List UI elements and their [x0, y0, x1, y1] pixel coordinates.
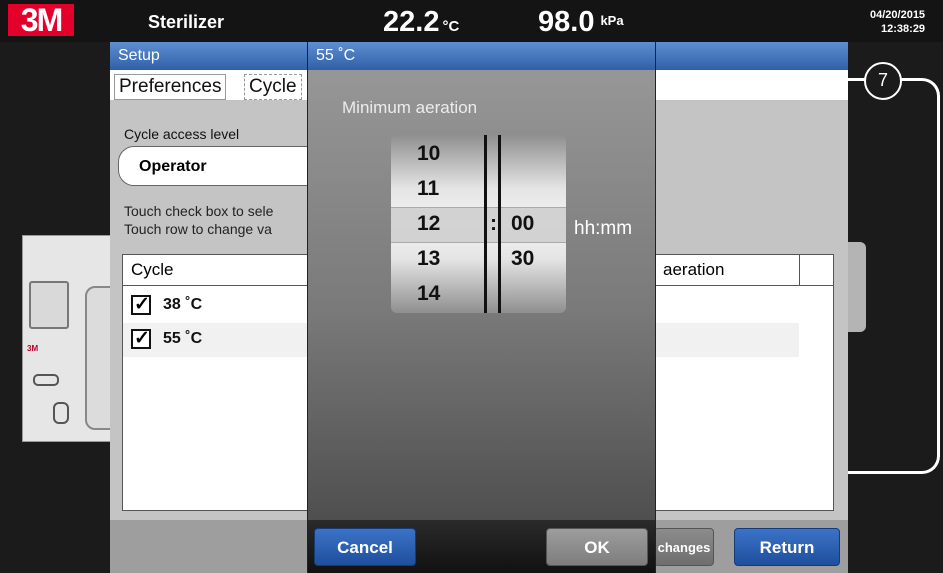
tab-preferences[interactable]: Preferences [114, 74, 227, 100]
save-changes-button[interactable]: changes [654, 528, 714, 566]
pressure-readout: 98.0 kPa [538, 6, 624, 39]
device-handle [53, 402, 69, 424]
minute-option[interactable]: 30 [511, 247, 551, 271]
checkmark-icon: ✓ [134, 294, 150, 315]
picker-divider [484, 135, 487, 313]
hour-option-selected[interactable]: 12 [417, 212, 457, 236]
hour-option[interactable]: 13 [417, 247, 457, 271]
picker-divider [498, 135, 501, 313]
date-time: 04/20/2015 12:38:29 [870, 8, 925, 36]
brand-logo: 3M [8, 4, 74, 36]
ok-button[interactable]: OK [546, 528, 648, 566]
temperature-readout: 22.2 °C [383, 6, 459, 39]
dialog-title: 55 ˚C [316, 47, 356, 64]
column-header-aeration: aeration [663, 260, 725, 279]
row-checkbox[interactable]: ✓ [131, 294, 151, 315]
column-divider [799, 255, 800, 285]
date-text: 04/20/2015 [870, 9, 926, 21]
pressure-value: 98.0 [538, 6, 595, 38]
access-level-label: Cycle access level [124, 126, 240, 142]
top-status-bar: 3M Sterilizer 22.2 °C 98.0 kPa 04/20/2015 … [0, 0, 943, 42]
minute-option-selected[interactable]: 00 [511, 212, 551, 236]
callout-bracket [848, 78, 940, 474]
dialog-button-bar: Cancel OK [308, 520, 655, 573]
device-display-window [29, 281, 69, 329]
hour-option[interactable]: 14 [417, 282, 457, 306]
hint-text-2: Touch row to change va [124, 221, 272, 237]
sterilizer-device-illustration: 3M [22, 235, 119, 442]
row-checkbox[interactable]: ✓ [131, 328, 151, 349]
app-title: Sterilizer [148, 12, 225, 32]
pressure-unit: kPa [600, 13, 624, 28]
sterilizer-screen: 3M Sterilizer 22.2 °C 98.0 kPa 04/20/2015 … [0, 0, 943, 573]
hint-text-1: Touch check box to sele [124, 203, 274, 219]
hour-option[interactable]: 10 [417, 142, 457, 166]
device-brand: 3M [27, 344, 39, 353]
aeration-picker-dialog: 55 ˚C Minimum aeration 10 11 12 13 14 : … [307, 42, 656, 573]
checkmark-icon: ✓ [134, 328, 150, 349]
column-header-cycle: Cycle [131, 260, 174, 279]
callout-number-badge: 7 [864, 62, 902, 100]
time-unit-label: hh:mm [574, 218, 633, 239]
picker-label: Minimum aeration [342, 98, 478, 117]
setup-title: Setup [118, 47, 160, 64]
temperature-value: 22.2 [383, 6, 440, 38]
row-cycle-label: 55 ˚C [163, 330, 203, 347]
time-picker[interactable]: 10 11 12 13 14 : 00 30 [391, 135, 566, 313]
time-text: 12:38:29 [881, 23, 926, 35]
temperature-unit: °C [442, 18, 460, 35]
return-button[interactable]: Return [734, 528, 840, 566]
hour-option[interactable]: 11 [417, 177, 457, 201]
device-slot [33, 374, 59, 386]
access-level-selector[interactable]: Operator [118, 146, 338, 186]
row-cycle-label: 38 ˚C [163, 296, 203, 313]
cancel-button[interactable]: Cancel [314, 528, 416, 566]
dialog-titlebar: 55 ˚C [308, 42, 655, 70]
time-separator: : [490, 212, 497, 235]
tab-cycle[interactable]: Cycle [244, 74, 302, 100]
